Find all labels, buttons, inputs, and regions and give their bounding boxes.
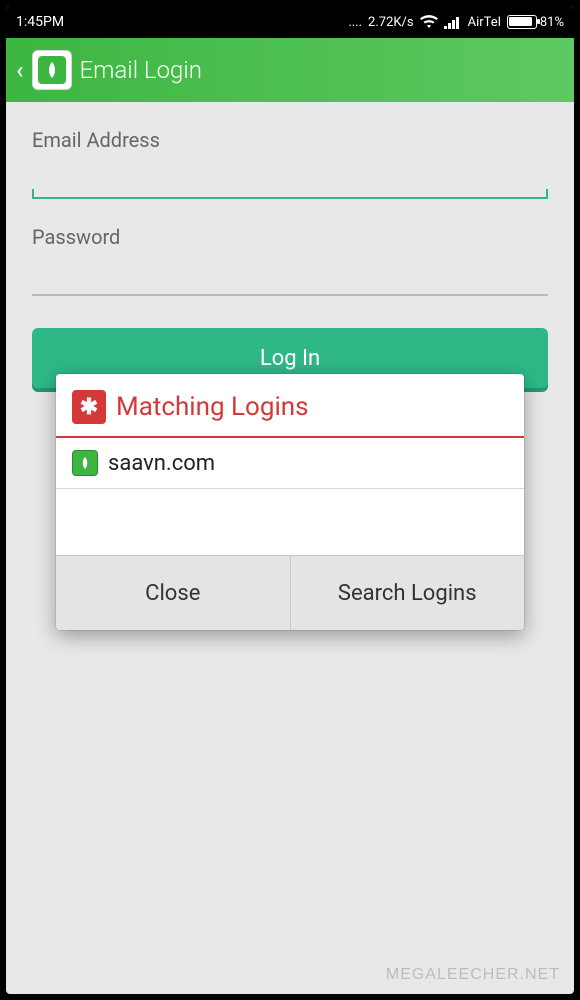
close-button[interactable]: Close (56, 556, 290, 630)
signal-icon (444, 16, 462, 29)
dialog-empty-row (56, 489, 524, 555)
network-speed: 2.72K/s (368, 15, 414, 30)
dialog-title: Matching Logins (116, 392, 309, 422)
status-time: 1:45PM (16, 14, 64, 30)
battery-icon (507, 15, 537, 29)
email-label: Email Address (32, 128, 548, 152)
back-icon[interactable]: ‹ (16, 56, 24, 84)
login-item-label: saavn.com (108, 451, 215, 476)
app-header: ‹ Email Login (6, 38, 574, 102)
battery-percent: 81% (540, 15, 564, 30)
status-bar: 1:45PM .... 2.72K/s AirTel 81% (6, 6, 574, 38)
login-item-saavn[interactable]: saavn.com (56, 438, 524, 489)
email-field[interactable] (32, 156, 548, 199)
watermark: MEGALEECHER.NET (386, 966, 560, 984)
status-indicators: .... 2.72K/s AirTel 81% (348, 15, 564, 30)
matching-logins-dialog: ✱ Matching Logins saavn.com Close Search… (56, 374, 524, 630)
dialog-header: ✱ Matching Logins (56, 374, 524, 438)
search-logins-button[interactable]: Search Logins (290, 556, 525, 630)
password-label: Password (32, 225, 548, 249)
menu-dots-icon: .... (348, 15, 362, 30)
login-form: Email Address Password Log In (6, 102, 574, 388)
dialog-login-list: saavn.com (56, 438, 524, 555)
page-title: Email Login (80, 56, 202, 84)
saavn-favicon-icon (72, 450, 98, 476)
app-logo (32, 50, 72, 90)
password-field[interactable] (32, 253, 548, 296)
carrier-name: AirTel (468, 15, 501, 30)
dialog-button-row: Close Search Logins (56, 555, 524, 630)
saavn-leaf-icon (42, 60, 62, 80)
lastpass-icon: ✱ (72, 390, 106, 424)
wifi-icon (420, 15, 438, 29)
